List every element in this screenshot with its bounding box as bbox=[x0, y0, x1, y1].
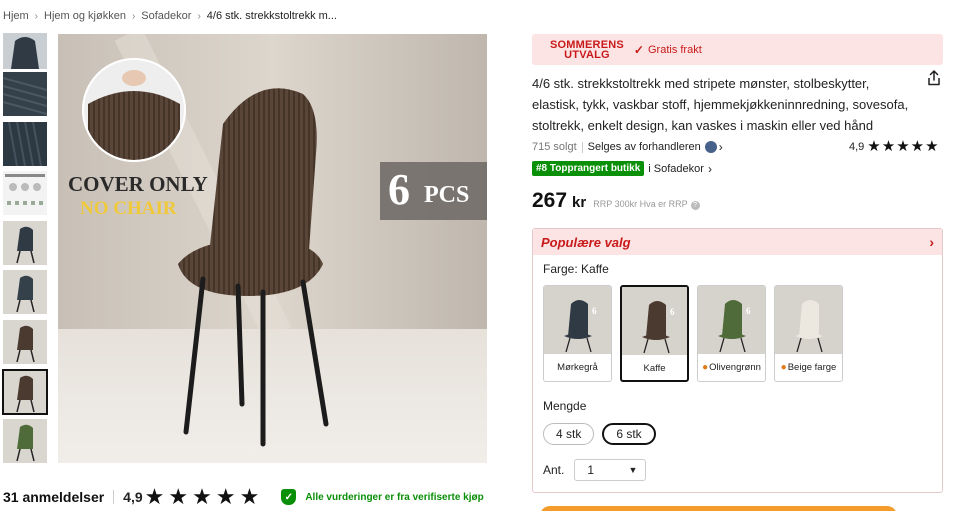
divider bbox=[113, 490, 115, 504]
svg-text:6: 6 bbox=[746, 306, 751, 316]
amount-select[interactable]: 1 ▼ bbox=[574, 459, 647, 481]
chevron-right-icon: › bbox=[131, 10, 136, 22]
thumbnail-7[interactable] bbox=[3, 320, 47, 364]
svg-text:6: 6 bbox=[670, 307, 675, 317]
swatch-image: 6 bbox=[698, 286, 765, 354]
badge-pcs: PCS bbox=[424, 182, 469, 208]
swatch-label: Mørkegrå bbox=[557, 362, 598, 373]
reviews-bar: 31 anmeldelser 4,9 ★ ★ ★ ★ ★ ✓ Alle vurd… bbox=[3, 485, 484, 509]
quantity-label: Mengde bbox=[543, 399, 587, 413]
thumbnail-9[interactable] bbox=[3, 419, 47, 463]
hot-flame-icon: ● bbox=[780, 362, 787, 373]
swatch-label: ● Olivengrønn bbox=[702, 362, 761, 373]
top-store-badge: #8 Topprangert butikk bbox=[532, 161, 645, 176]
popular-choices-title: Populære valg bbox=[541, 234, 631, 250]
verified-notice: ✓ Alle vurderinger er fra verifiserte kj… bbox=[281, 489, 484, 505]
star-icon: ★ bbox=[239, 484, 260, 509]
popular-choices-header[interactable]: Populære valg › bbox=[533, 229, 942, 255]
swatch-image bbox=[775, 286, 842, 354]
swatch-morkegra[interactable]: 6 Mørkegrå bbox=[543, 285, 612, 382]
chevron-right-icon: › bbox=[197, 10, 201, 22]
thumbnail-2[interactable] bbox=[3, 72, 47, 116]
svg-text:6: 6 bbox=[592, 306, 597, 316]
hot-flame-icon: ● bbox=[702, 362, 709, 373]
breadcrumb-sofadekor[interactable]: Sofadekor bbox=[141, 10, 191, 22]
divider bbox=[581, 141, 583, 153]
star-icon: ★ bbox=[910, 138, 925, 155]
thumbnail-5[interactable] bbox=[3, 221, 47, 265]
badge-number: 6 bbox=[388, 165, 410, 214]
star-icon: ★ bbox=[896, 138, 910, 155]
product-rating[interactable]: 4,9 ★ ★ ★ ★ ★ bbox=[849, 139, 940, 154]
chevron-right-icon[interactable]: › bbox=[719, 140, 723, 154]
breadcrumb-home-kitchen[interactable]: Hjem og kjøkken bbox=[44, 10, 126, 22]
chevron-right-icon[interactable]: › bbox=[708, 162, 712, 176]
price-currency: kr bbox=[572, 194, 587, 211]
star-icon: ★ bbox=[881, 138, 896, 155]
quantity-option-6[interactable]: 6 stk bbox=[602, 423, 656, 445]
star-icon: ★ bbox=[867, 138, 881, 155]
promo-banner: SOMMERENS UTVALG ✓ Gratis frakt bbox=[532, 34, 943, 65]
quantity-options: 4 stk 6 stk bbox=[543, 423, 664, 445]
add-to-cart-button[interactable] bbox=[540, 506, 897, 511]
seller-row: 715 solgt Selges av forhandleren › bbox=[532, 140, 723, 154]
share-icon[interactable] bbox=[926, 70, 942, 86]
star-icon: ★ bbox=[144, 484, 165, 509]
rating-value: 4,9 bbox=[849, 140, 865, 153]
chevron-down-icon: ▼ bbox=[628, 465, 638, 475]
swatch-label: Kaffe bbox=[643, 363, 666, 374]
swatch-image: 6 bbox=[544, 286, 611, 354]
chevron-right-icon[interactable]: › bbox=[929, 234, 934, 250]
thumbnail-3[interactable] bbox=[3, 122, 47, 166]
breadcrumb: Hjem › Hjem og kjøkken › Sofadekor › 4/6… bbox=[3, 10, 337, 22]
swatch-olivengronn[interactable]: 6 ● Olivengrønn bbox=[697, 285, 766, 382]
breadcrumb-home[interactable]: Hjem bbox=[3, 10, 29, 22]
review-count[interactable]: 31 anmeldelser bbox=[3, 489, 104, 505]
swatch-beige[interactable]: ● Beige farge bbox=[774, 285, 843, 382]
product-title: 4/6 stk. strekkstoltrekk med stripete mø… bbox=[532, 76, 909, 133]
verified-text: Alle vurderinger er fra verifiserte kjøp bbox=[305, 491, 484, 503]
review-rating: 4,9 bbox=[123, 489, 143, 505]
swatch-label: ● Beige farge bbox=[780, 362, 837, 373]
store-row[interactable]: #8 Topprangert butikk i Sofadekor › bbox=[532, 161, 712, 176]
swatch-kaffe[interactable]: 6 Kaffe bbox=[620, 285, 689, 382]
free-shipping-label: Gratis frakt bbox=[647, 43, 702, 56]
info-icon[interactable]: ? bbox=[690, 201, 700, 210]
check-icon: ✓ bbox=[633, 42, 644, 57]
main-product-image[interactable]: COVER ONLY NO CHAIR 6 PCS bbox=[58, 34, 487, 463]
amount-value: 1 bbox=[587, 463, 595, 477]
color-label: Farge: Kaffe bbox=[543, 262, 609, 276]
seller-avatar-icon bbox=[704, 141, 717, 153]
shield-check-icon: ✓ bbox=[281, 489, 297, 505]
swatch-image: 6 bbox=[622, 287, 687, 355]
overlay-cover-only: COVER ONLY bbox=[68, 172, 208, 196]
star-icon: ★ bbox=[192, 484, 212, 509]
amount-row: Ant. 1 ▼ bbox=[543, 459, 647, 481]
thumbnail-8[interactable] bbox=[2, 369, 48, 415]
options-panel: Populære valg › Farge: Kaffe 6 Mørkegrå … bbox=[532, 228, 943, 493]
summer-selection-logo: SOMMERENS UTVALG bbox=[550, 38, 624, 61]
quantity-option-4[interactable]: 4 stk bbox=[543, 423, 595, 445]
breadcrumb-current: 4/6 stk. strekkstoltrekk m... bbox=[206, 10, 337, 22]
star-icon: ★ bbox=[925, 138, 939, 155]
rrp-text[interactable]: RRP 300kr Hva er RRP bbox=[593, 199, 687, 209]
star-icon: ★ bbox=[215, 484, 236, 509]
price-row: 267 kr RRP 300kr Hva er RRP ? bbox=[532, 189, 700, 213]
overlay-no-chair: NO CHAIR bbox=[80, 198, 177, 219]
color-swatches: 6 Mørkegrå 6 Kaffe 6 ● Olivengrønn ● Beige… bbox=[543, 285, 851, 382]
thumbnail-4[interactable] bbox=[3, 171, 47, 215]
seller-link[interactable]: Selges av forhandleren bbox=[588, 141, 701, 153]
sold-count: 715 solgt bbox=[532, 141, 577, 153]
amount-label: Ant. bbox=[543, 463, 565, 477]
star-icon: ★ bbox=[168, 484, 189, 509]
thumbnail-1[interactable] bbox=[3, 33, 47, 77]
chevron-right-icon: › bbox=[34, 10, 39, 22]
price-value: 267 bbox=[532, 189, 568, 212]
store-name[interactable]: i Sofadekor bbox=[648, 163, 704, 175]
thumbnail-6[interactable] bbox=[3, 270, 47, 314]
